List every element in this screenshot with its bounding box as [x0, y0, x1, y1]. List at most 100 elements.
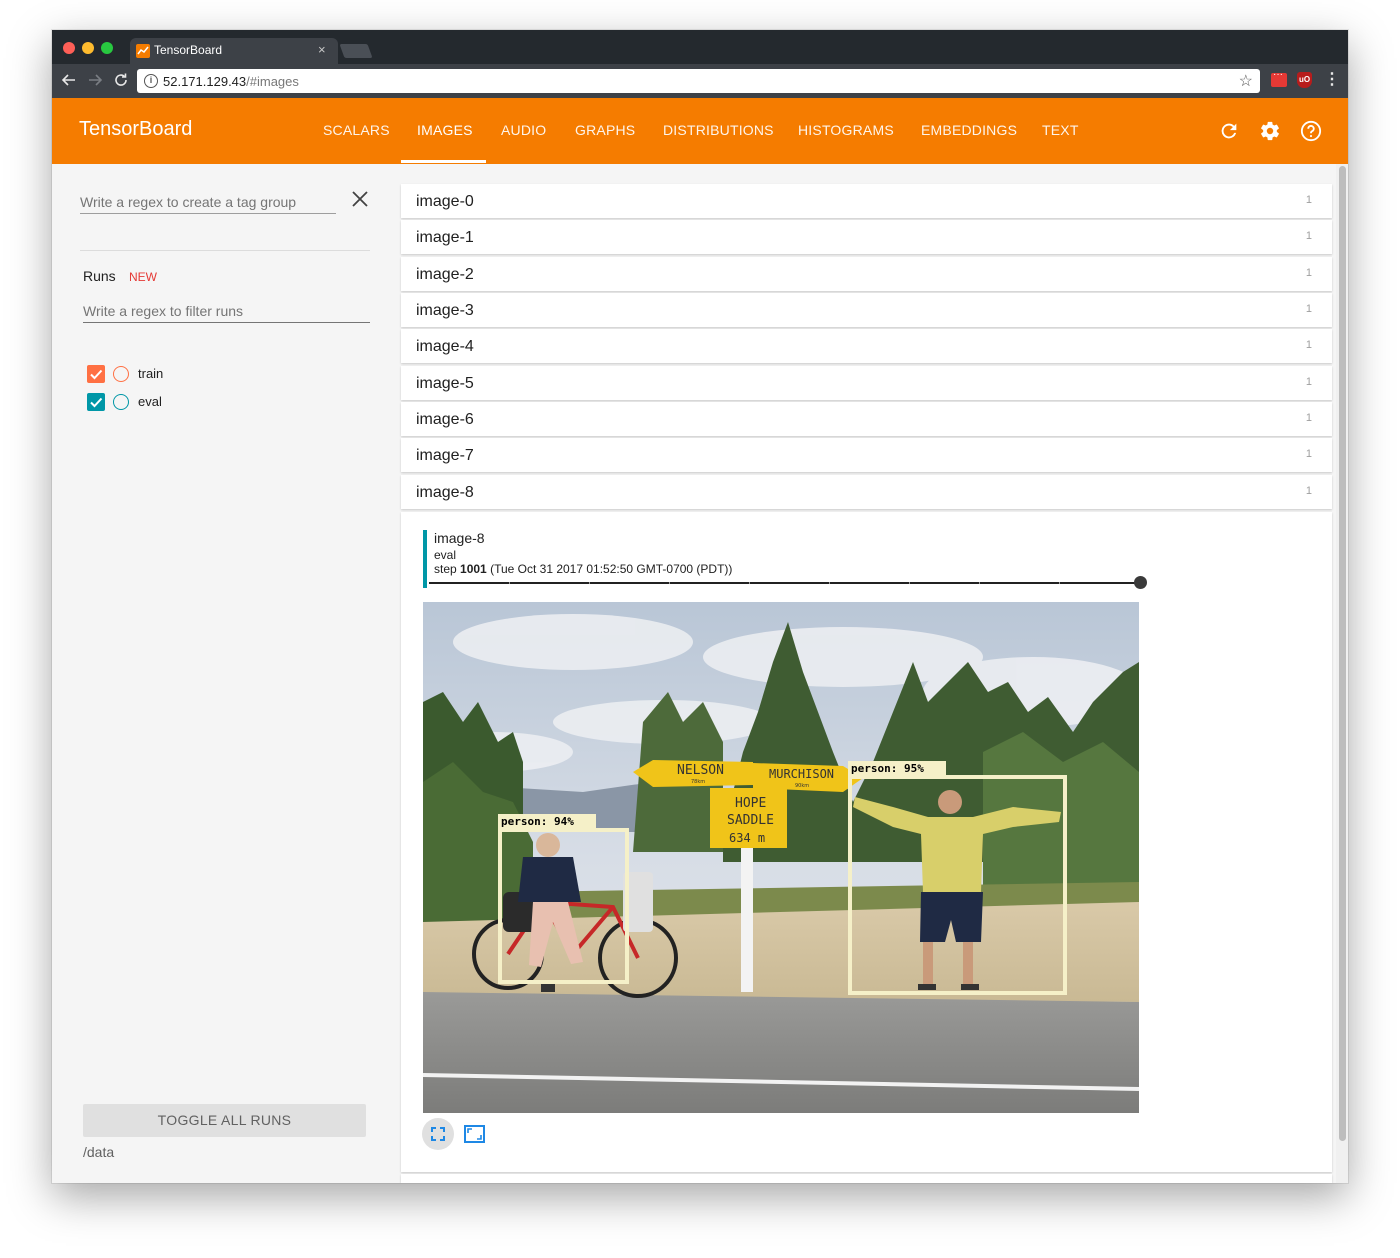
logdir-path: /data [83, 1144, 115, 1160]
step-prefix: step [434, 562, 457, 576]
pane-title: image-1 [416, 229, 474, 246]
tag-pane-image-7[interactable]: image-7 1 [401, 438, 1332, 472]
main-content: image-0 1 image-1 1 image-2 1 image-3 1 … [392, 164, 1348, 1183]
clear-close-icon[interactable] [351, 190, 369, 208]
pane-count: 1 [1305, 339, 1312, 351]
sign-text-nelson: NELSON [677, 763, 724, 778]
sidebar-divider [80, 250, 370, 251]
card-step-info: step 1001 (Tue Oct 31 2017 01:52:50 GMT-… [434, 562, 732, 576]
tag-pane-image-0[interactable]: image-0 1 [401, 184, 1332, 218]
extension-lastpass-icon[interactable] [1271, 69, 1287, 87]
tab-embeddings[interactable]: EMBEDDINGS [921, 122, 1017, 138]
tab-graphs[interactable]: GRAPHS [575, 122, 635, 138]
sign-text-hope: HOPE [735, 796, 766, 811]
pane-title: image-3 [416, 302, 474, 319]
step-timestamp: (Tue Oct 31 2017 01:52:50 GMT-0700 (PDT)… [490, 562, 733, 576]
site-info-icon[interactable]: i [144, 74, 158, 88]
new-tab-button[interactable] [339, 44, 373, 58]
scrollbar[interactable] [1336, 164, 1348, 1183]
pane-count: 1 [1305, 485, 1312, 497]
new-badge: NEW [129, 270, 157, 284]
pane-title: image-7 [416, 447, 474, 464]
image-card-header: image-8 eval step 1001 (Tue Oct 31 2017 … [423, 530, 1143, 588]
tensorboard-favicon-icon [136, 44, 150, 58]
url-host: 52.171.129.43 [163, 74, 247, 89]
run-color-radio-eval[interactable] [113, 394, 129, 410]
aspect-ratio-icon [464, 1125, 485, 1143]
step-value: 1001 [460, 562, 487, 576]
detection-label-2: person: 95% [851, 762, 924, 775]
bookmark-star-icon[interactable]: ☆ [1239, 71, 1253, 91]
runs-filter-input[interactable]: Write a regex to filter runs [83, 301, 370, 323]
fullscreen-icon [431, 1127, 445, 1141]
pane-count: 1 [1305, 412, 1312, 424]
road [423, 992, 1139, 1113]
back-arrow-icon[interactable] [59, 70, 79, 90]
image-card: image-8 eval step 1001 (Tue Oct 31 2017 … [401, 512, 1332, 1172]
refresh-icon[interactable] [1218, 120, 1240, 142]
browser-toolbar: i 52.171.129.43/#images ☆ uO ⋮ [52, 64, 1348, 98]
run-checkbox-eval[interactable] [87, 393, 105, 411]
run-checkbox-train[interactable] [87, 365, 105, 383]
detection-label-1: person: 94% [501, 815, 574, 828]
extension-ublock-icon[interactable]: uO [1297, 72, 1312, 88]
pane-title: image-6 [416, 411, 474, 428]
sign-text-right-km: 90km [795, 783, 809, 789]
tab-histograms[interactable]: HISTOGRAMS [798, 122, 894, 138]
run-color-radio-train[interactable] [113, 366, 129, 382]
maximize-window-button[interactable] [101, 42, 113, 54]
pane-title: image-2 [416, 266, 474, 283]
pane-count: 1 [1305, 267, 1312, 279]
tab-scalars[interactable]: SCALARS [323, 122, 390, 138]
actual-size-button[interactable] [422, 1118, 454, 1150]
tag-pane-image-8[interactable]: image-8 1 [401, 475, 1332, 509]
step-slider-knob[interactable] [1134, 576, 1147, 589]
close-window-button[interactable] [63, 42, 75, 54]
run-row-eval[interactable]: eval [87, 392, 337, 412]
toggle-all-runs-button[interactable]: TOGGLE ALL RUNS [83, 1104, 366, 1137]
address-bar[interactable]: i 52.171.129.43/#images ☆ [137, 69, 1260, 93]
tag-pane-image-3[interactable]: image-3 1 [401, 293, 1332, 327]
pane-count: 1 [1305, 376, 1312, 388]
runs-title: Runs [83, 268, 116, 284]
tab-text[interactable]: TEXT [1042, 122, 1079, 138]
card-run-name: eval [434, 548, 457, 562]
tab-audio[interactable]: AUDIO [501, 122, 546, 138]
pane-title: image-5 [416, 375, 474, 392]
sign-text-elevation: 634 m [729, 831, 765, 845]
browser-menu-icon[interactable]: ⋮ [1324, 70, 1340, 90]
sign-text-left-km: 78km [691, 779, 705, 785]
tag-pane-image-6[interactable]: image-6 1 [401, 402, 1332, 436]
tag-pane-image-2[interactable]: image-2 1 [401, 257, 1332, 291]
fit-image-button[interactable] [458, 1118, 490, 1150]
tab-images[interactable]: IMAGES [417, 122, 473, 138]
pane-count: 1 [1305, 448, 1312, 460]
scrollbar-thumb[interactable] [1339, 166, 1346, 1141]
tab-title: TensorBoard [154, 43, 223, 57]
browser-tabstrip: TensorBoard × [52, 30, 1348, 64]
tag-pane-image-4[interactable]: image-4 1 [401, 329, 1332, 363]
forward-arrow-icon[interactable] [85, 70, 105, 90]
browser-window: TensorBoard × i 52.171.129.43/#images ☆ … [52, 30, 1348, 1183]
brand-title: TensorBoard [79, 118, 193, 140]
settings-gear-icon[interactable] [1259, 120, 1281, 142]
minimize-window-button[interactable] [82, 42, 94, 54]
pane-count: 1 [1305, 303, 1312, 315]
card-tag-name: image-8 [434, 530, 485, 546]
tab-close-icon[interactable]: × [318, 42, 326, 57]
tag-pane-image-1[interactable]: image-1 1 [401, 220, 1332, 254]
run-label-eval: eval [138, 394, 162, 409]
tab-distributions[interactable]: DISTRIBUTIONS [663, 122, 774, 138]
pane-title: image-4 [416, 338, 474, 355]
detection-image: NELSON MURCHISON 78km 90km HOPE SADDLE 6… [423, 602, 1139, 1113]
pane-count: 1 [1305, 194, 1312, 206]
tag-group-input[interactable]: Write a regex to create a tag group [80, 192, 336, 214]
run-row-train[interactable]: train [87, 364, 337, 384]
run-label-train: train [138, 366, 164, 381]
help-icon[interactable] [1300, 120, 1322, 142]
tag-pane-image-5[interactable]: image-5 1 [401, 366, 1332, 400]
url-text: 52.171.129.43/#images [163, 74, 299, 89]
sign-text-saddle: SADDLE [727, 813, 774, 828]
browser-tab[interactable]: TensorBoard × [130, 38, 338, 64]
reload-icon[interactable] [111, 70, 131, 90]
